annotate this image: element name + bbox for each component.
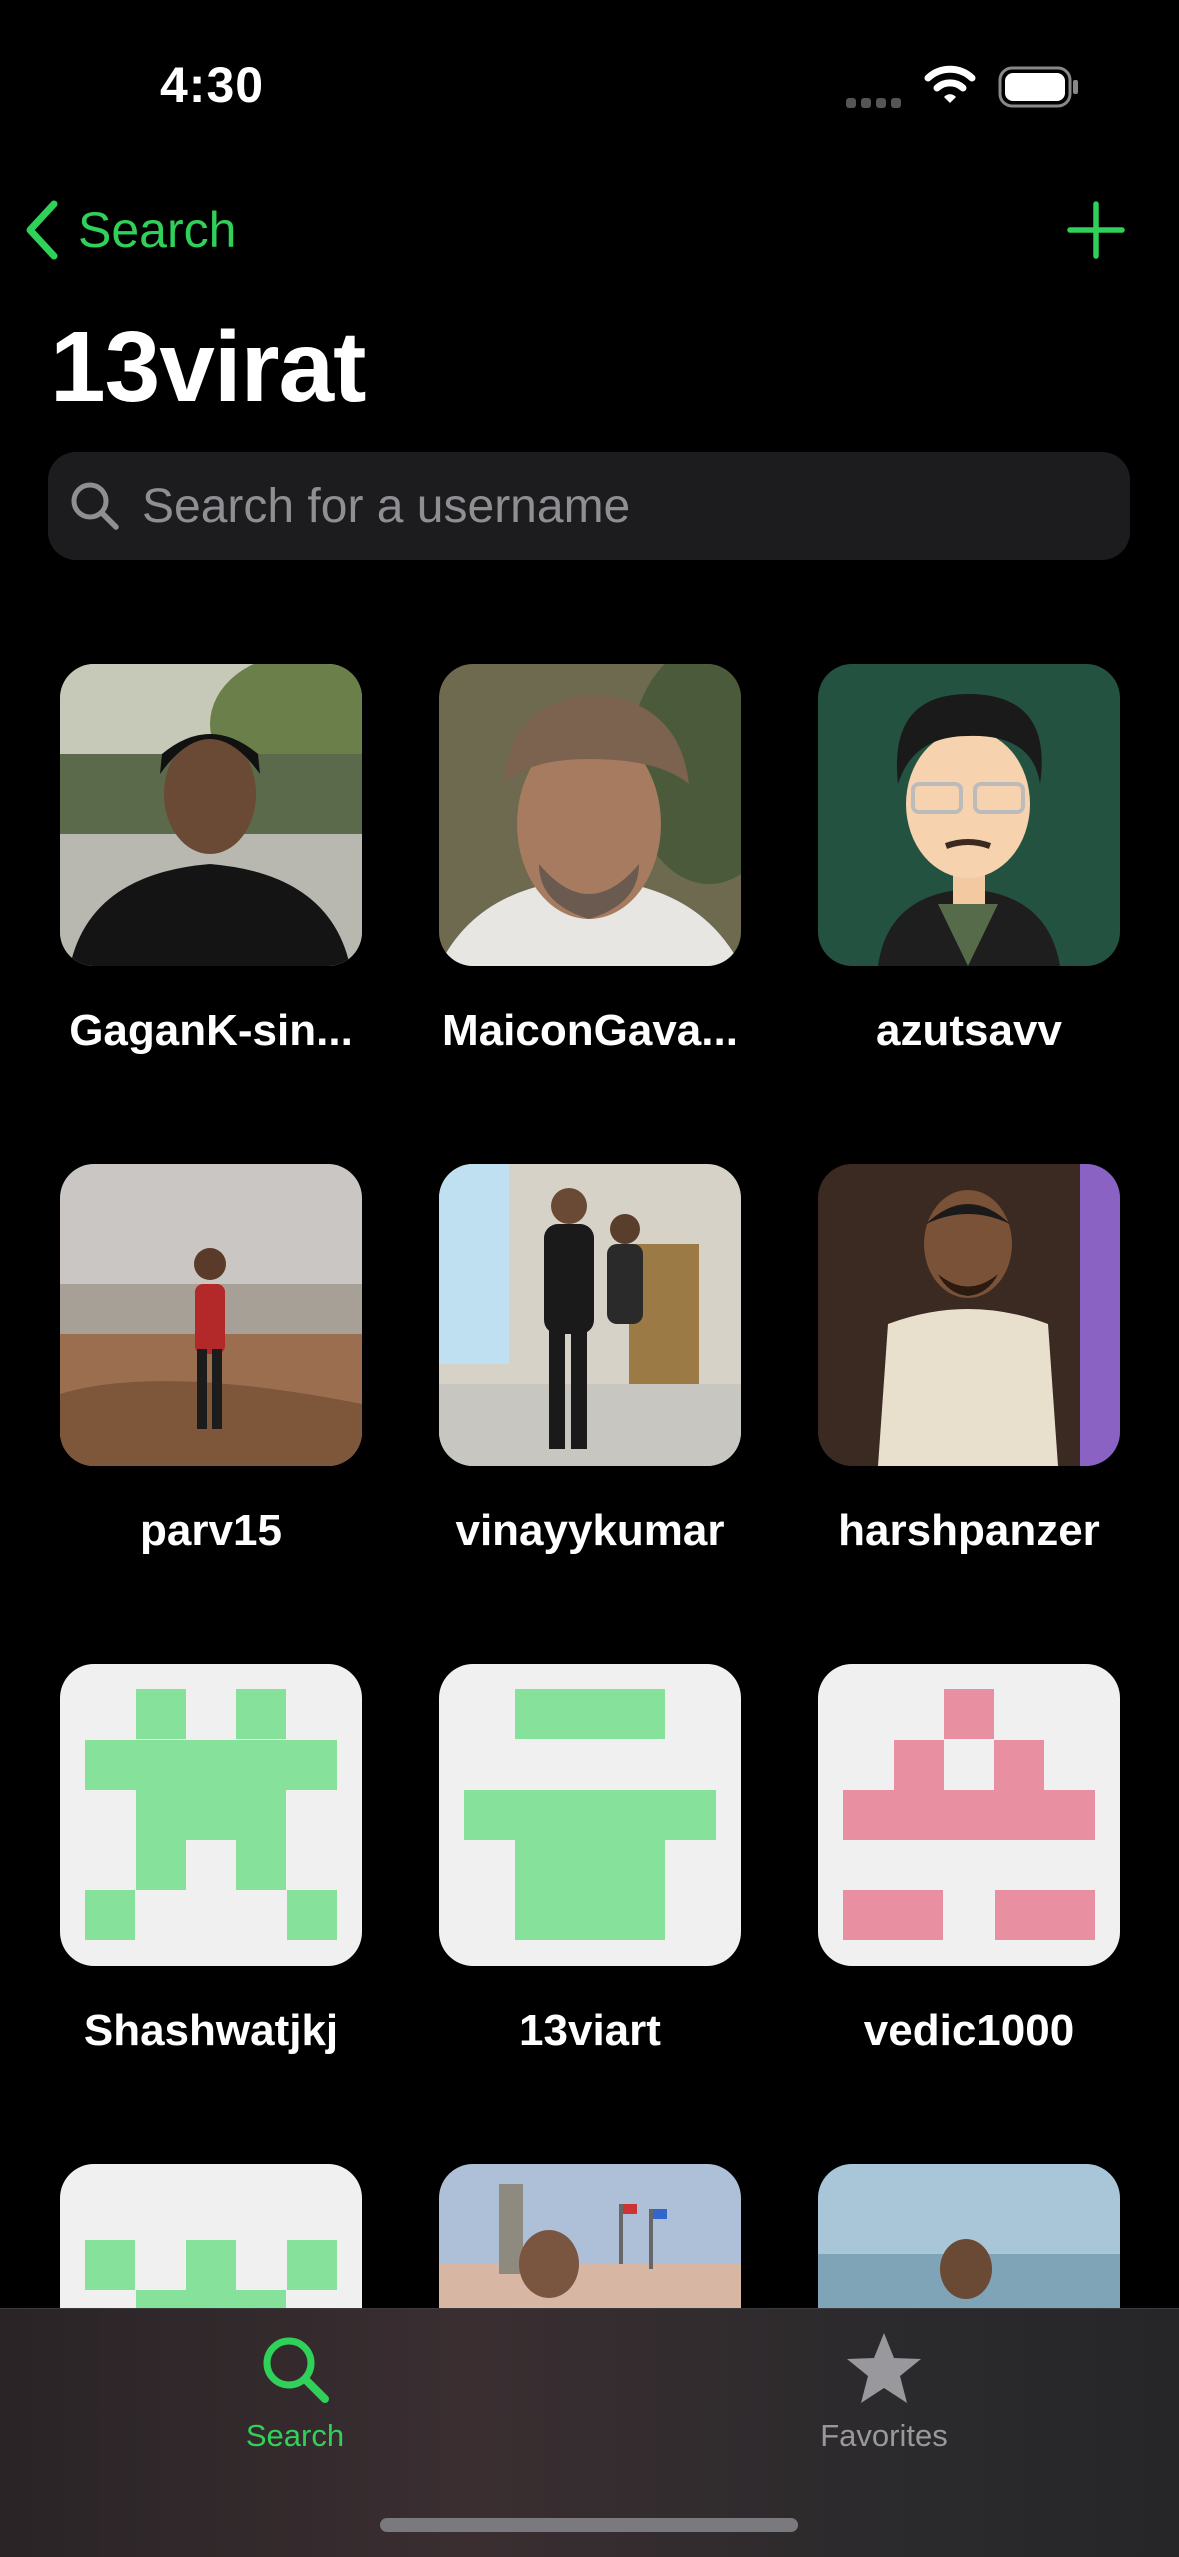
home-indicator: [380, 2518, 798, 2532]
user-card[interactable]: [60, 2164, 362, 2309]
user-avatar-photo: [60, 1164, 362, 1466]
star-icon: [847, 2333, 921, 2403]
username-label: harshpanzer: [838, 1506, 1100, 1555]
page-title: 13virat: [50, 311, 366, 423]
user-card[interactable]: MaiconGava...: [439, 664, 741, 1056]
navigation-bar: Search: [0, 180, 1179, 280]
battery-icon: [998, 66, 1078, 108]
user-avatar-identicon: [818, 1664, 1120, 1966]
user-avatar-identicon: [439, 1664, 741, 1966]
wifi-icon: [924, 65, 976, 103]
user-card[interactable]: GaganK-sin...: [60, 664, 362, 1056]
username-label: MaiconGava...: [442, 1006, 738, 1055]
user-card[interactable]: [439, 2164, 741, 2309]
user-card[interactable]: parv15: [60, 1164, 362, 1556]
user-card[interactable]: vedic1000: [818, 1664, 1120, 2056]
status-time: 4:30: [160, 57, 265, 113]
tab-favorites[interactable]: Favorites: [734, 2331, 1034, 2454]
username-label: 13viart: [519, 2006, 661, 2055]
username-label: azutsavv: [876, 1006, 1062, 1055]
user-avatar-identicon: [60, 1664, 362, 1966]
tab-favorites-label: Favorites: [820, 2418, 948, 2453]
tab-search[interactable]: Search: [145, 2331, 445, 2454]
back-button-label: Search: [78, 202, 237, 258]
user-card[interactable]: harshpanzer: [818, 1164, 1120, 1556]
user-avatar-photo: [439, 2164, 741, 2309]
user-avatar-photo: [818, 1164, 1120, 1466]
user-avatar-photo: [818, 2164, 1120, 2309]
cellular-signal-icon: [846, 98, 901, 108]
user-avatar-photo: [439, 664, 741, 966]
username-label: Shashwatjkj: [83, 2006, 339, 2055]
search-icon: [71, 482, 119, 530]
username-label: vinayykumar: [455, 1506, 725, 1555]
user-card[interactable]: vinayykumar: [439, 1164, 741, 1556]
user-card[interactable]: Shashwatjkj: [60, 1664, 362, 2056]
user-grid: GaganK-sin... MaiconGava... azutsavv par…: [0, 664, 1179, 2309]
user-card[interactable]: 13viart: [439, 1664, 741, 2056]
search-input[interactable]: [140, 477, 1084, 535]
user-avatar-photo: [818, 664, 1120, 966]
tab-search-label: Search: [245, 2418, 345, 2453]
user-card[interactable]: [818, 2164, 1120, 2309]
username-label: parv15: [140, 1506, 282, 1555]
user-avatar-photo: [439, 1164, 741, 1466]
user-avatar-identicon: [60, 2164, 362, 2309]
add-button[interactable]: [1066, 200, 1126, 260]
status-bar: 4:30: [0, 0, 1179, 170]
search-icon: [263, 2337, 329, 2403]
back-button[interactable]: Search: [24, 200, 236, 260]
chevron-left-icon: [26, 200, 58, 260]
user-card[interactable]: azutsavv: [818, 664, 1120, 1056]
username-label: GaganK-sin...: [69, 1006, 353, 1055]
user-avatar-photo: [60, 664, 362, 966]
search-field[interactable]: [48, 452, 1130, 560]
username-label: vedic1000: [863, 2006, 1075, 2055]
